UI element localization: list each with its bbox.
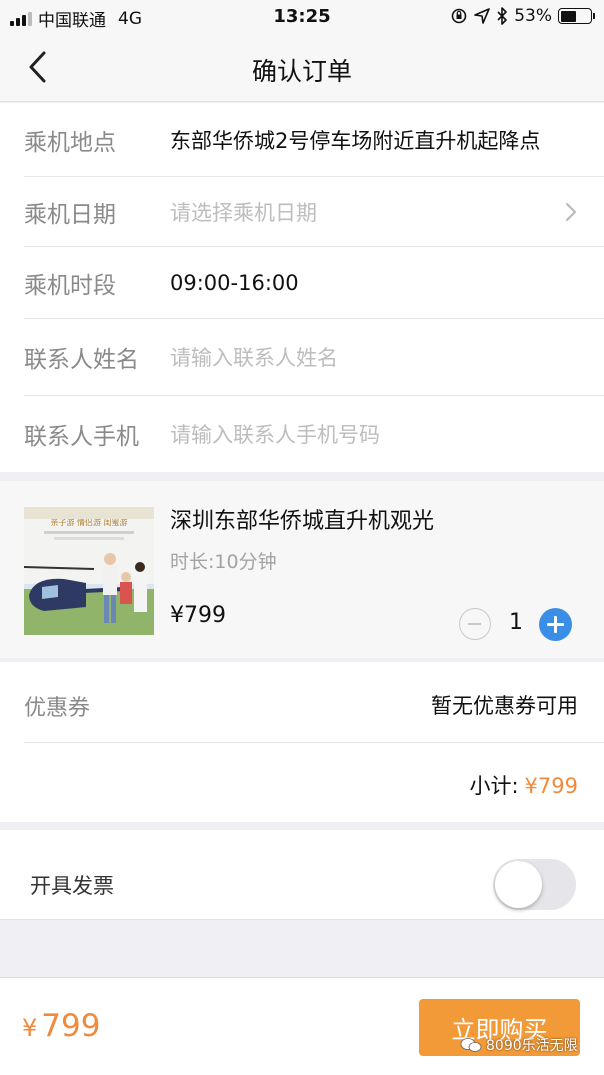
battery-percent: 53% — [514, 6, 552, 26]
name-label: 联系人姓名 — [24, 347, 139, 373]
date-label: 乘机日期 — [24, 201, 116, 228]
page-title: 确认订单 — [251, 57, 352, 86]
watermark-text: 8090乐活无限 — [486, 1038, 578, 1054]
coupon-section: 优惠券 暂无优惠券可用 小计: ¥799 — [0, 662, 604, 822]
battery-fill — [560, 10, 576, 22]
product-price: ¥799 — [170, 603, 226, 628]
name-row: 联系人姓名 请输入联系人姓名 — [24, 319, 604, 396]
invoice-section: 开具发票 — [0, 830, 604, 920]
product-image: 亲子游 情侣游 闺蜜游 — [24, 507, 154, 635]
order-form: 乘机地点 东部华侨城2号停车场附近直升机起降点 乘机日期 请选择乘机日期 乘机时… — [0, 103, 604, 472]
total-amount: 799 — [41, 1008, 101, 1044]
battery-icon — [558, 8, 595, 24]
coupon-value[interactable]: 暂无优惠券可用 — [431, 690, 578, 720]
quantity-value: 1 — [509, 610, 523, 635]
phone-row: 联系人手机 请输入联系人手机号码 — [24, 396, 604, 472]
product-name: 深圳东部华侨城直升机观光 — [170, 509, 435, 534]
toggle-knob — [495, 861, 542, 908]
status-bar: 中国联通 4G 13:25 53% — [0, 0, 604, 34]
location-label: 乘机地点 — [24, 129, 116, 156]
phone-field[interactable]: 请输入联系人手机号码 — [170, 419, 380, 449]
chevron-right-icon — [566, 202, 576, 221]
date-picker[interactable]: 请选择乘机日期 — [170, 197, 317, 227]
coupon-label: 优惠券 — [24, 696, 91, 721]
watermark: 8090乐活无限 — [460, 1035, 578, 1055]
rotation-lock-icon — [451, 8, 467, 24]
invoice-label: 开具发票 — [30, 874, 114, 898]
bluetooth-icon — [497, 7, 508, 25]
product-duration: 时长:10分钟 — [170, 551, 277, 573]
location-value: 东部华侨城2号停车场附近直升机起降点 — [170, 128, 541, 153]
nav-bar: 确认订单 — [0, 34, 604, 102]
status-right: 53% — [450, 6, 595, 26]
helicopter-photo — [24, 507, 154, 635]
wechat-icon — [460, 1038, 482, 1052]
divider — [24, 742, 604, 743]
checkout-bar: ¥799 立即购买 8090乐活无限 — [0, 977, 604, 1075]
product-card: 亲子游 情侣游 闺蜜游 深圳东部华侨城直升机观光 时长:10分钟 ¥799 1 — [0, 481, 604, 658]
total-price: ¥799 — [22, 1008, 100, 1044]
currency-symbol: ¥ — [22, 1014, 38, 1042]
date-row[interactable]: 乘机日期 请选择乘机日期 — [24, 177, 604, 247]
location-icon — [474, 8, 491, 24]
location-row: 乘机地点 东部华侨城2号停车场附近直升机起降点 — [24, 103, 604, 177]
subtotal-amount: ¥799 — [524, 774, 578, 798]
name-field[interactable]: 请输入联系人姓名 — [170, 342, 338, 372]
time-label: 乘机时段 — [24, 272, 116, 299]
invoice-toggle[interactable] — [493, 859, 576, 910]
subtotal-label: 小计: — [469, 774, 519, 798]
decrease-quantity-button[interactable] — [459, 608, 491, 640]
time-row: 乘机时段 09:00-16:00 — [24, 247, 604, 319]
increase-quantity-button[interactable] — [539, 608, 572, 641]
time-value: 09:00-16:00 — [170, 270, 299, 295]
phone-label: 联系人手机 — [24, 424, 139, 450]
subtotal: 小计: ¥799 — [469, 770, 578, 800]
